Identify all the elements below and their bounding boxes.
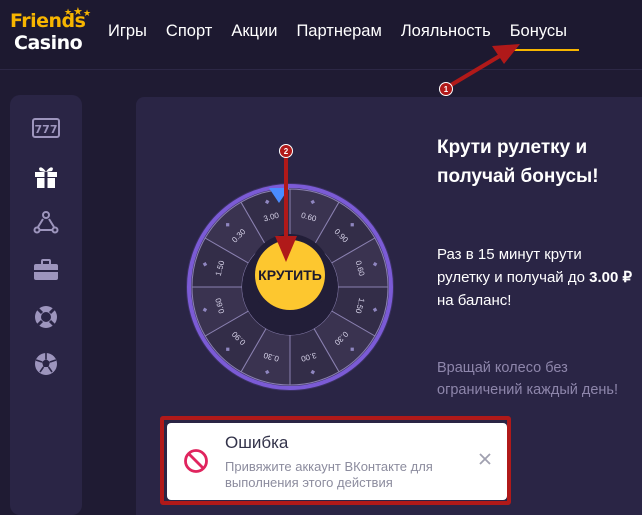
toast-message: Привяжите аккаунт ВКонтакте для выполнен… xyxy=(225,459,433,490)
logo-text-casino: Casino xyxy=(14,32,83,54)
nav-item-games[interactable]: Игры xyxy=(108,20,147,44)
prohibited-icon xyxy=(184,449,208,473)
gift-icon[interactable] xyxy=(32,162,60,190)
promo-title: Крути рулетку и получай бонусы! xyxy=(437,137,599,187)
promo-subtext: Вращай колесо без ограничений каждый ден… xyxy=(437,360,618,398)
promo-text: Раз в 15 минут крути рулетку и получай д… xyxy=(437,243,632,312)
left-sidebar: 777 xyxy=(10,95,82,515)
network-icon[interactable] xyxy=(32,208,60,236)
soccer-ball-icon[interactable] xyxy=(32,350,60,378)
promo-text-before: Раз в 15 минут крути рулетку и получай д… xyxy=(437,246,590,286)
nav-item-partners[interactable]: Партнерам xyxy=(296,20,381,44)
nav-item-bonuses[interactable]: Бонусы xyxy=(507,20,580,51)
svg-text:777: 777 xyxy=(35,123,58,136)
nav-item-sport[interactable]: Спорт xyxy=(166,20,212,44)
close-icon[interactable] xyxy=(475,449,495,469)
top-header: ★ ★ ★ Friends Casino Игры Спорт Акции Па… xyxy=(0,0,642,70)
slots-777-icon[interactable]: 777 xyxy=(32,114,60,142)
wheel-pointer-icon xyxy=(269,188,289,203)
nav-item-loyalty[interactable]: Лояльность xyxy=(401,20,491,44)
main-nav: Игры Спорт Акции Партнерам Лояльность Бо… xyxy=(108,20,586,51)
annotation-badge-1: 1 xyxy=(439,82,453,96)
toast-title: Ошибка xyxy=(225,433,289,452)
annotation-badge-2: 2 xyxy=(279,144,293,158)
lifebuoy-icon[interactable] xyxy=(32,303,60,331)
spin-button[interactable]: КРУТИТЬ xyxy=(255,240,325,310)
promo-amount: 3.00 ₽ xyxy=(589,269,633,286)
promo-text-after: на баланс! xyxy=(437,292,512,309)
logo-text-friends: Friends xyxy=(10,10,86,32)
nav-item-promotions[interactable]: Акции xyxy=(231,20,277,44)
friends-casino-logo[interactable]: ★ ★ ★ Friends Casino xyxy=(10,6,91,56)
error-toast: Ошибка Привяжите аккаунт ВКонтакте для в… xyxy=(167,423,507,500)
briefcase-icon[interactable] xyxy=(32,256,60,284)
